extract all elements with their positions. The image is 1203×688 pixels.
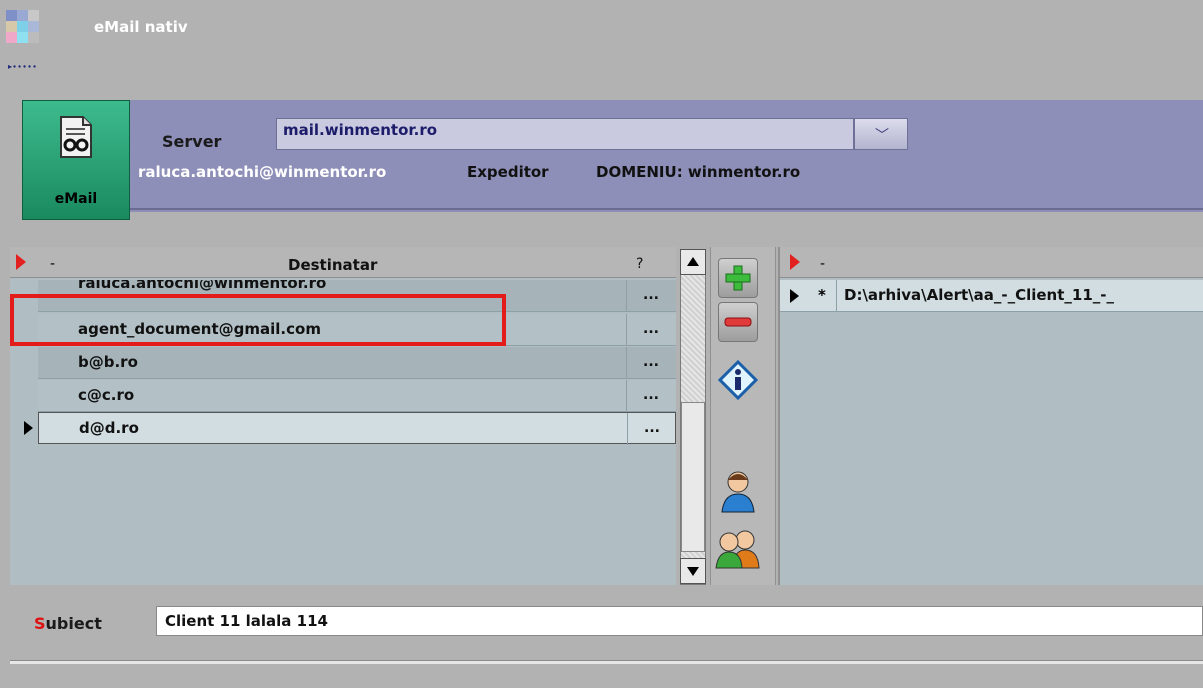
row-pointer-icon (24, 421, 33, 435)
sender-user: raluca.antochi@winmentor.ro (138, 163, 387, 181)
users-group-button[interactable] (714, 524, 760, 569)
subject-label-rest: ubiect (45, 614, 102, 633)
header-divider (130, 208, 1203, 210)
server-label: Server (162, 132, 222, 151)
header-destinatar[interactable]: Destinatar (288, 256, 377, 274)
header-question[interactable]: ? (636, 256, 643, 272)
row-pointer-icon (790, 289, 799, 303)
info-icon (717, 359, 759, 401)
server-dropdown-button[interactable]: ﹀ (854, 118, 908, 150)
window-title: eMail nativ (94, 18, 188, 36)
scroll-up-button[interactable] (680, 249, 706, 275)
recipient-email: b@b.ro (78, 353, 138, 371)
sender-role-label: Expeditor (467, 163, 549, 181)
row-action-button[interactable]: ... (626, 280, 675, 311)
row-action-button[interactable]: ... (626, 347, 675, 379)
chevron-down-icon: ﹀ (875, 128, 889, 144)
domain-label: DOMENIU: winmentor.ro (596, 163, 801, 181)
arrow-up-icon (687, 257, 699, 266)
recipient-email: d@d.ro (79, 419, 139, 437)
header-col0[interactable]: - (50, 256, 55, 272)
info-button[interactable] (717, 359, 759, 401)
subject-label-accel: S (34, 614, 46, 633)
attachment-marker: * (818, 286, 826, 304)
highlight-box (10, 294, 506, 346)
user-button[interactable] (718, 468, 756, 513)
user-icon (721, 471, 755, 513)
row-action-button[interactable]: ... (627, 413, 676, 445)
row-action-button[interactable]: ... (626, 314, 675, 346)
recipient-email: raluca.antochi@winmentor.ro (78, 280, 327, 292)
arrow-down-icon (687, 567, 699, 576)
server-select[interactable]: mail.winmentor.ro (276, 118, 854, 150)
column-divider (836, 280, 837, 312)
header-indicator-icon (790, 254, 800, 270)
add-recipient-button[interactable] (718, 258, 758, 298)
attachments-header-col0[interactable]: - (820, 256, 825, 272)
recipient-email: c@c.ro (78, 386, 135, 404)
subject-input[interactable]: Client 11 lalala 114 (156, 606, 1203, 636)
subject-label: Subiect (34, 614, 102, 633)
row-action-button[interactable]: ... (626, 380, 675, 412)
users-icon (715, 530, 760, 569)
table-row[interactable]: c@c.ro ... (38, 380, 676, 412)
minus-icon (724, 317, 752, 327)
header-indicator-icon (16, 254, 26, 270)
remove-recipient-button[interactable] (718, 302, 758, 342)
bottom-divider (10, 660, 1203, 664)
plus-icon (725, 265, 751, 291)
scroll-down-button[interactable] (680, 558, 706, 584)
menu-dots-icon[interactable]: ▸∙∙∙∙∙ (8, 62, 37, 71)
app-logo-icon (6, 10, 39, 43)
header-band (130, 100, 1203, 212)
attachments-grid-header (780, 247, 1203, 278)
scrollbar-thumb[interactable] (681, 402, 705, 552)
document-icon (60, 116, 92, 158)
attachment-path: D:\arhiva\Alert\aa_-_Client_11_-_ (844, 286, 1114, 304)
email-button[interactable]: eMail (22, 100, 130, 220)
table-row[interactable]: b@b.ro ... (38, 347, 676, 379)
email-button-label: eMail (54, 191, 98, 207)
table-row-selected[interactable]: d@d.ro ... (38, 412, 676, 445)
